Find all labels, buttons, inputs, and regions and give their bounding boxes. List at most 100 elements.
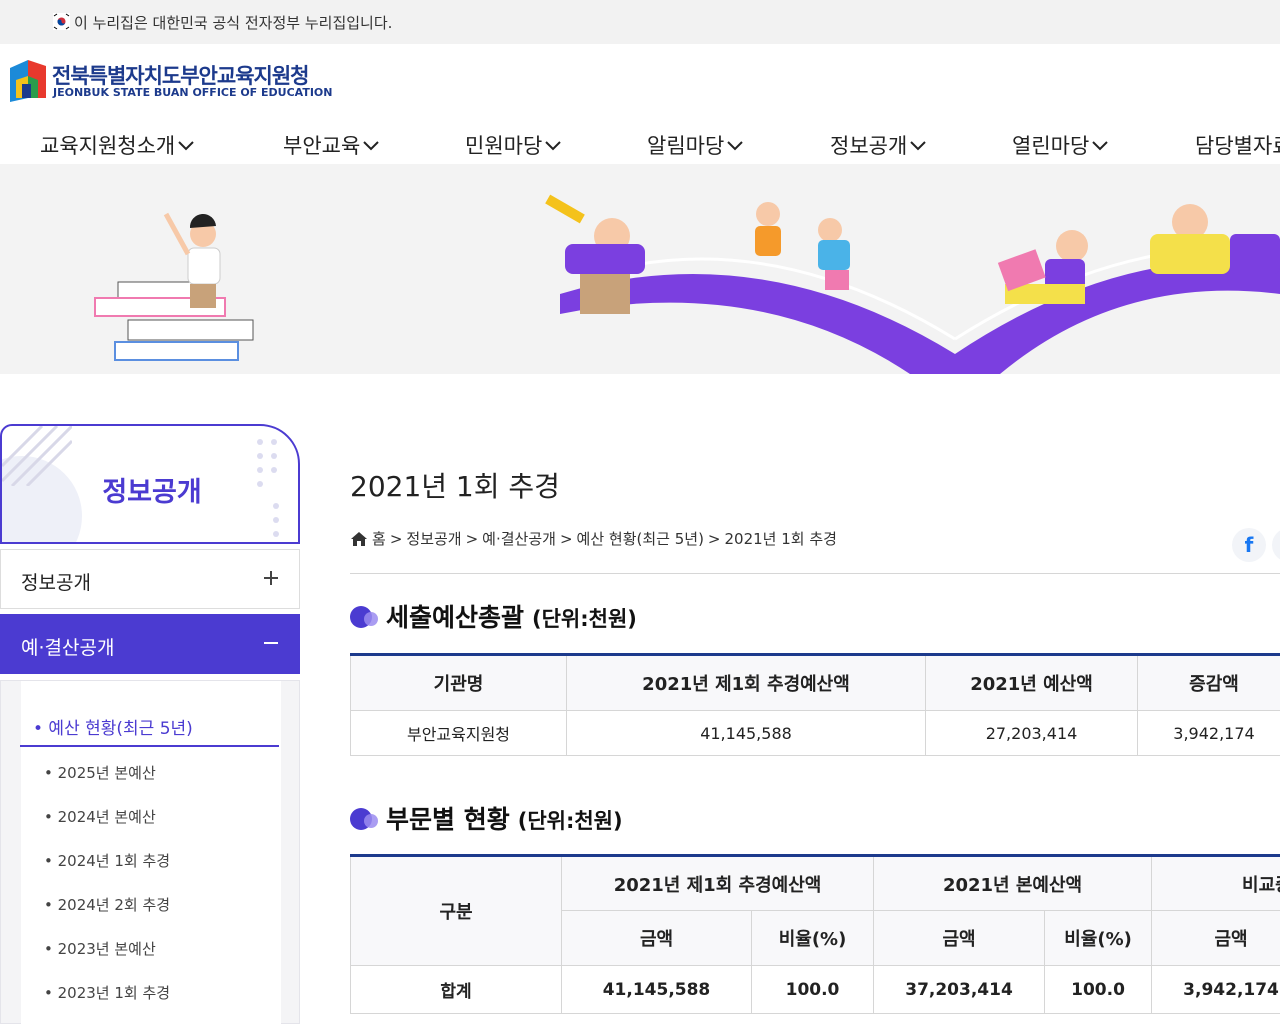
breadcrumb-separator: > — [389, 529, 403, 548]
section-title-text: 부문별 현황 — [386, 805, 510, 834]
chevron-down-icon — [545, 141, 561, 151]
breadcrumb-item[interactable]: 예산 현황(최근 5년) — [577, 528, 704, 549]
table-cell: 100.0 — [1044, 965, 1153, 1014]
nav-item-education[interactable]: 부안교육 — [283, 130, 380, 160]
logo-mark-icon — [10, 60, 46, 102]
bullet-icon — [350, 804, 378, 830]
table-cell: 100.0 — [750, 965, 875, 1014]
breadcrumb-item[interactable]: 예·결산공개 — [482, 528, 556, 549]
side-title: 정보공개 — [102, 477, 202, 508]
section-title-sector: 부문별 현황 (단위:천원) — [350, 800, 623, 836]
submenu-item-label: 2025년 본예산 — [57, 764, 156, 782]
table-cell: 37,203,414 — [873, 965, 1046, 1014]
submenu-item-label: 2024년 본예산 — [57, 808, 156, 826]
bullet-icon — [350, 602, 378, 628]
table-cell: 합계 — [350, 965, 562, 1014]
submenu-item-label: 2024년 2회 추경 — [57, 896, 171, 914]
side-menu-label: 예·결산공개 — [21, 637, 115, 659]
table-header-cell: 비율(%) — [1044, 910, 1153, 966]
breadcrumb-separator: > — [559, 529, 573, 548]
table-cell: 27,203,414 — [925, 710, 1138, 756]
table-cell: 3,942,174 — [1137, 710, 1280, 756]
breadcrumb: 홈 > 정보공개 > 예·결산공개 > 예산 현황(최근 5년) > 2021년 1회 … — [350, 528, 837, 549]
chevron-down-icon — [363, 141, 379, 151]
nav-label: 교육지원청소개 — [40, 134, 176, 158]
content-divider — [350, 573, 1280, 574]
chevron-down-icon — [727, 141, 743, 151]
nav-label: 알림마당 — [647, 134, 725, 158]
table-header-cell: 비율(%) — [750, 910, 875, 966]
table-cell: 3,942,174 — [1151, 965, 1280, 1014]
table-header-cell: 금액 — [873, 910, 1046, 966]
table-cell: 부안교육지원청 — [350, 710, 567, 756]
plus-icon — [264, 571, 278, 585]
table-row: 합계 41,145,588 100.0 37,203,414 100.0 3,9… — [350, 965, 1280, 1014]
hero-banner — [0, 164, 1280, 374]
facebook-icon: f — [1244, 533, 1254, 557]
share-button-partial[interactable] — [1272, 528, 1280, 562]
nav-item-materials[interactable]: 담당별자료 — [1195, 130, 1280, 160]
breadcrumb-item: 2021년 1회 추경 — [724, 530, 837, 548]
gov-notice-text: 이 누리집은 대한민국 공식 전자정부 누리집입니다. — [74, 14, 393, 32]
nav-label: 정보공개 — [830, 134, 908, 158]
table-header-cell: 기관명 — [350, 654, 567, 711]
section-unit: (단위:천원) — [532, 607, 637, 631]
breadcrumb-item[interactable]: 정보공개 — [406, 528, 461, 549]
table-header-cell: 구분 — [350, 855, 562, 966]
submenu-item-label: 2023년 본예산 — [57, 940, 156, 958]
home-icon[interactable] — [350, 531, 368, 547]
sector-table: 구분 2021년 제1회 추경예산액 2021년 본예산액 비교증감 금액 비율… — [350, 854, 1280, 1014]
nav-item-disclosure[interactable]: 정보공개 — [830, 130, 927, 160]
submenu-item[interactable]: • 2025년 본예산 — [44, 762, 156, 783]
site-header: 전북특별자치도부안교육지원청 JEONBUK STATE BUAN OFFICE… — [0, 44, 1280, 164]
page-title: 2021년 1회 추경 — [350, 470, 560, 503]
submenu-item[interactable]: • 2023년 본예산 — [44, 938, 156, 959]
table-header-cell: 금액 — [561, 910, 752, 966]
summary-table: 기관명 2021년 제1회 추경예산액 2021년 예산액 증감액 부안교육지원… — [350, 653, 1280, 756]
nav-item-civil[interactable]: 민원마당 — [465, 130, 562, 160]
nav-item-open[interactable]: 열린마당 — [1012, 130, 1109, 160]
gov-notice-bar: 이 누리집은 대한민국 공식 전자정부 누리집입니다. — [0, 0, 1280, 44]
nav-label: 열린마당 — [1012, 134, 1090, 158]
submenu-divider — [20, 745, 279, 747]
table-header-row: 구분 2021년 제1회 추경예산액 2021년 본예산액 비교증감 — [350, 855, 1280, 966]
submenu-item[interactable]: • 2024년 2회 추경 — [44, 894, 170, 915]
table-row: 부안교육지원청 41,145,588 27,203,414 3,942,174 — [350, 710, 1280, 756]
facebook-share-button[interactable]: f — [1232, 528, 1266, 562]
korea-flag-icon — [53, 13, 70, 30]
submenu-item-label: 2023년 1회 추경 — [57, 984, 171, 1002]
chevron-down-icon — [178, 141, 194, 151]
submenu-item[interactable]: • 2024년 본예산 — [44, 806, 156, 827]
logo-english-name: JEONBUK STATE BUAN OFFICE OF EDUCATION — [53, 86, 333, 99]
table-header-cell: 2021년 본예산액 — [873, 855, 1153, 911]
submenu-item-label: 2024년 1회 추경 — [57, 852, 171, 870]
banner-illustration — [94, 194, 1280, 374]
breadcrumb-separator: > — [465, 529, 479, 548]
submenu-item[interactable]: • 2023년 1회 추경 — [44, 982, 170, 1003]
chevron-down-icon — [910, 141, 926, 151]
nav-label: 담당별자료 — [1195, 134, 1280, 158]
side-menu-info-disclosure[interactable]: 정보공개 — [0, 549, 300, 609]
submenu-current-item[interactable]: • 예산 현황(최근 5년) — [33, 714, 193, 739]
table-cell: 41,145,588 — [561, 965, 752, 1014]
nav-item-notice[interactable]: 알림마당 — [647, 130, 744, 160]
table-cell: 41,145,588 — [566, 710, 926, 756]
nav-item-about[interactable]: 교육지원청소개 — [40, 130, 195, 160]
table-header-row: 기관명 2021년 제1회 추경예산액 2021년 예산액 증감액 — [350, 654, 1280, 711]
submenu-item[interactable]: • 2024년 1회 추경 — [44, 850, 170, 871]
side-title-box: 정보공개 — [0, 424, 300, 544]
table-header-cell: 2021년 제1회 추경예산액 — [560, 855, 875, 911]
site-logo[interactable]: 전북특별자치도부안교육지원청 JEONBUK STATE BUAN OFFICE… — [8, 58, 333, 104]
section-unit: (단위:천원) — [517, 809, 623, 833]
nav-label: 부안교육 — [283, 134, 361, 158]
table-header-cell: 2021년 예산액 — [925, 654, 1138, 711]
table-header-cell: 증감액 — [1137, 654, 1280, 711]
breadcrumb-separator: > — [707, 529, 721, 548]
nav-label: 민원마당 — [465, 134, 543, 158]
table-header-cell: 2021년 제1회 추경예산액 — [566, 654, 926, 711]
section-title-summary: 세출예산총괄 (단위:천원) — [350, 598, 637, 634]
side-menu-budget[interactable]: 예·결산공개 — [0, 614, 300, 674]
side-menu-label: 정보공개 — [21, 572, 91, 594]
breadcrumb-item[interactable]: 홈 — [372, 528, 386, 549]
section-title-text: 세출예산총괄 — [386, 603, 525, 632]
